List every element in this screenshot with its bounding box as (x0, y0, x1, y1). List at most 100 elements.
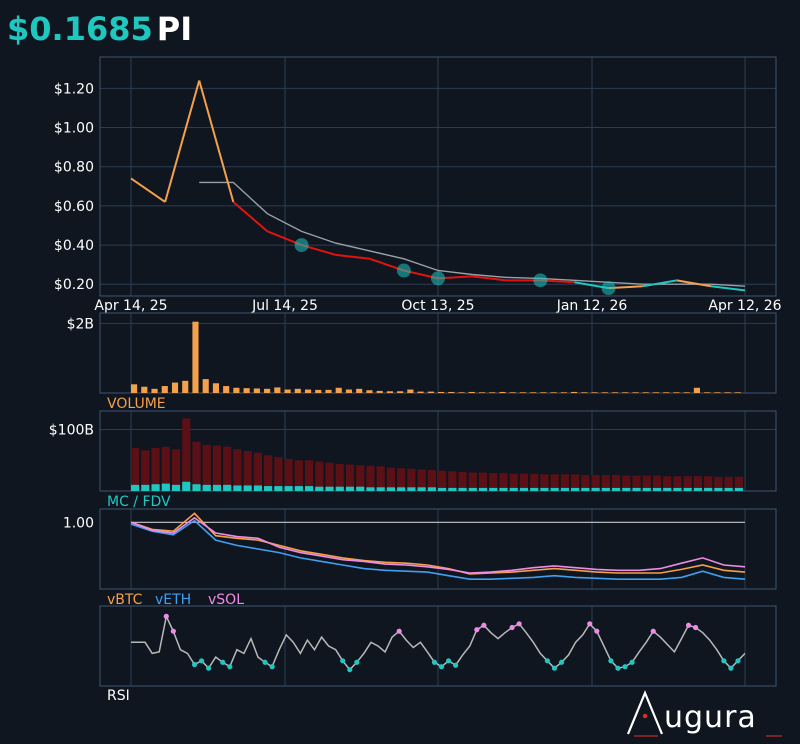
rsi-oversold-dot-44 (438, 664, 445, 670)
rsi-oversold-dot-19 (262, 659, 268, 665)
rsi-oversold-dot-30 (340, 658, 346, 664)
volume-bar-30 (438, 391, 445, 393)
mc-bar-14 (274, 486, 283, 491)
price-xtick-1: Jul 14, 25 (251, 298, 318, 314)
volume-bar-32 (458, 392, 465, 393)
volume-bar-33 (468, 391, 475, 393)
volume-bar-57 (714, 392, 721, 393)
fdv-bar-0 (131, 447, 140, 491)
price-ytick-4: $1.00 (54, 121, 94, 137)
mc-bar-52 (663, 487, 672, 491)
price-ytick-1: $0.40 (54, 238, 94, 254)
volume-bar-38 (519, 392, 527, 393)
rsi-oversold-dot-32 (354, 659, 360, 665)
veth-label: vETH (155, 592, 192, 608)
rsi-oversold-dot-13 (220, 659, 226, 665)
mc-bar-29 (427, 487, 436, 491)
volume-bar-12 (253, 388, 260, 393)
mc-bar-10 (233, 485, 242, 491)
volume-bar-19 (325, 389, 332, 393)
mc-bar-46 (601, 487, 610, 491)
rsi-overbought-dot-38 (396, 628, 402, 634)
rsi-oversold-dot-45 (445, 658, 452, 664)
mc-bar-44 (581, 487, 590, 491)
relative-ytick-0: 1.00 (63, 515, 94, 531)
mc-bar-31 (448, 487, 457, 491)
volume-bar-43 (571, 391, 578, 393)
mc-bar-19 (325, 486, 334, 491)
mc-bar-8 (212, 484, 222, 491)
mc-bar-48 (622, 487, 631, 491)
volume-bar-10 (233, 387, 240, 393)
mc-bar-58 (724, 487, 733, 491)
volume-ytick-0: $2B (67, 316, 94, 332)
volume-bar-9 (223, 386, 230, 393)
rsi-oversold-dot-46 (453, 662, 459, 668)
rsi-overbought-dot-74 (650, 628, 656, 634)
fdv-bar-12 (253, 452, 262, 491)
fdv-bar-18 (315, 461, 324, 491)
volume-bar-29 (427, 391, 434, 393)
mc-bar-51 (652, 487, 662, 491)
rsi-overbought-dot-80 (692, 624, 699, 631)
price-ytick-2: $0.60 (54, 199, 94, 215)
rsi-oversold-dot-31 (347, 667, 353, 673)
volume-bar-31 (448, 391, 455, 393)
volume-bar-23 (366, 390, 373, 393)
rsi-oversold-dot-85 (728, 665, 734, 671)
volume-bar-2 (151, 388, 158, 393)
volume-bar-16 (294, 388, 301, 393)
rsi-oversold-dot-61 (558, 659, 565, 665)
volume-bar-55 (693, 387, 700, 393)
mc-bar-45 (591, 487, 600, 491)
augura-logo: ugura (626, 690, 786, 740)
volume-bar-8 (212, 383, 220, 393)
volume-bar-21 (345, 389, 353, 393)
volume-bar-26 (397, 391, 404, 393)
price-signal-marker-0 (294, 238, 309, 253)
rsi-overbought-dot-6 (170, 628, 176, 634)
mc-bar-42 (560, 487, 569, 491)
volume-bar-3 (161, 386, 168, 393)
mc-bar-1 (141, 484, 150, 491)
rsi-overbought-dot-55 (516, 621, 522, 627)
mc-bar-41 (550, 487, 559, 491)
mc-bar-2 (151, 484, 160, 491)
rsi-oversold-dot-11 (206, 665, 212, 671)
mc-bar-56 (704, 487, 713, 491)
volume-bar-45 (591, 392, 598, 393)
rsi-oversold-dot-69 (615, 665, 621, 671)
rsi-oversold-dot-20 (269, 664, 275, 670)
rsi-overbought-dot-50 (481, 622, 487, 628)
volume-bar-52 (663, 392, 670, 393)
chart-canvas: $0.20 $0.40 $0.60 $0.80 $1.00 $1.20 Apr 14, 25… (49, 56, 782, 687)
volume-bar-17 (304, 389, 312, 393)
rsi-overbought-dot-49 (474, 627, 480, 633)
mc-bar-15 (284, 486, 293, 491)
volume-bar-56 (704, 392, 711, 393)
mc-bar-28 (417, 487, 426, 491)
mc-bar-54 (683, 487, 692, 491)
mc-bar-23 (366, 487, 375, 491)
rsi-overbought-dot-54 (509, 624, 515, 631)
mc-bar-47 (611, 487, 621, 491)
mc-bar-4 (171, 484, 181, 491)
mc-bar-32 (458, 487, 467, 491)
rsi-oversold-dot-71 (629, 659, 635, 665)
volume-bar-59 (734, 392, 741, 393)
rsi-oversold-dot-59 (544, 658, 550, 664)
fdv-bar-9 (223, 446, 232, 491)
volume-bar-34 (478, 392, 486, 393)
mc-bar-6 (192, 484, 201, 491)
price-ytick-5: $1.20 (54, 81, 94, 97)
volume-bar-49 (632, 392, 639, 393)
price-ma-line (199, 181, 746, 287)
rsi-oversold-dot-14 (227, 664, 233, 670)
rsi-oversold-dot-84 (721, 658, 727, 664)
volume-bar-40 (540, 392, 547, 393)
mc-bar-20 (335, 486, 344, 491)
mc-bar-7 (202, 484, 211, 491)
mc-bar-53 (673, 487, 682, 491)
vbtc-label: vBTC (107, 592, 143, 608)
volume-bar-36 (499, 391, 506, 393)
